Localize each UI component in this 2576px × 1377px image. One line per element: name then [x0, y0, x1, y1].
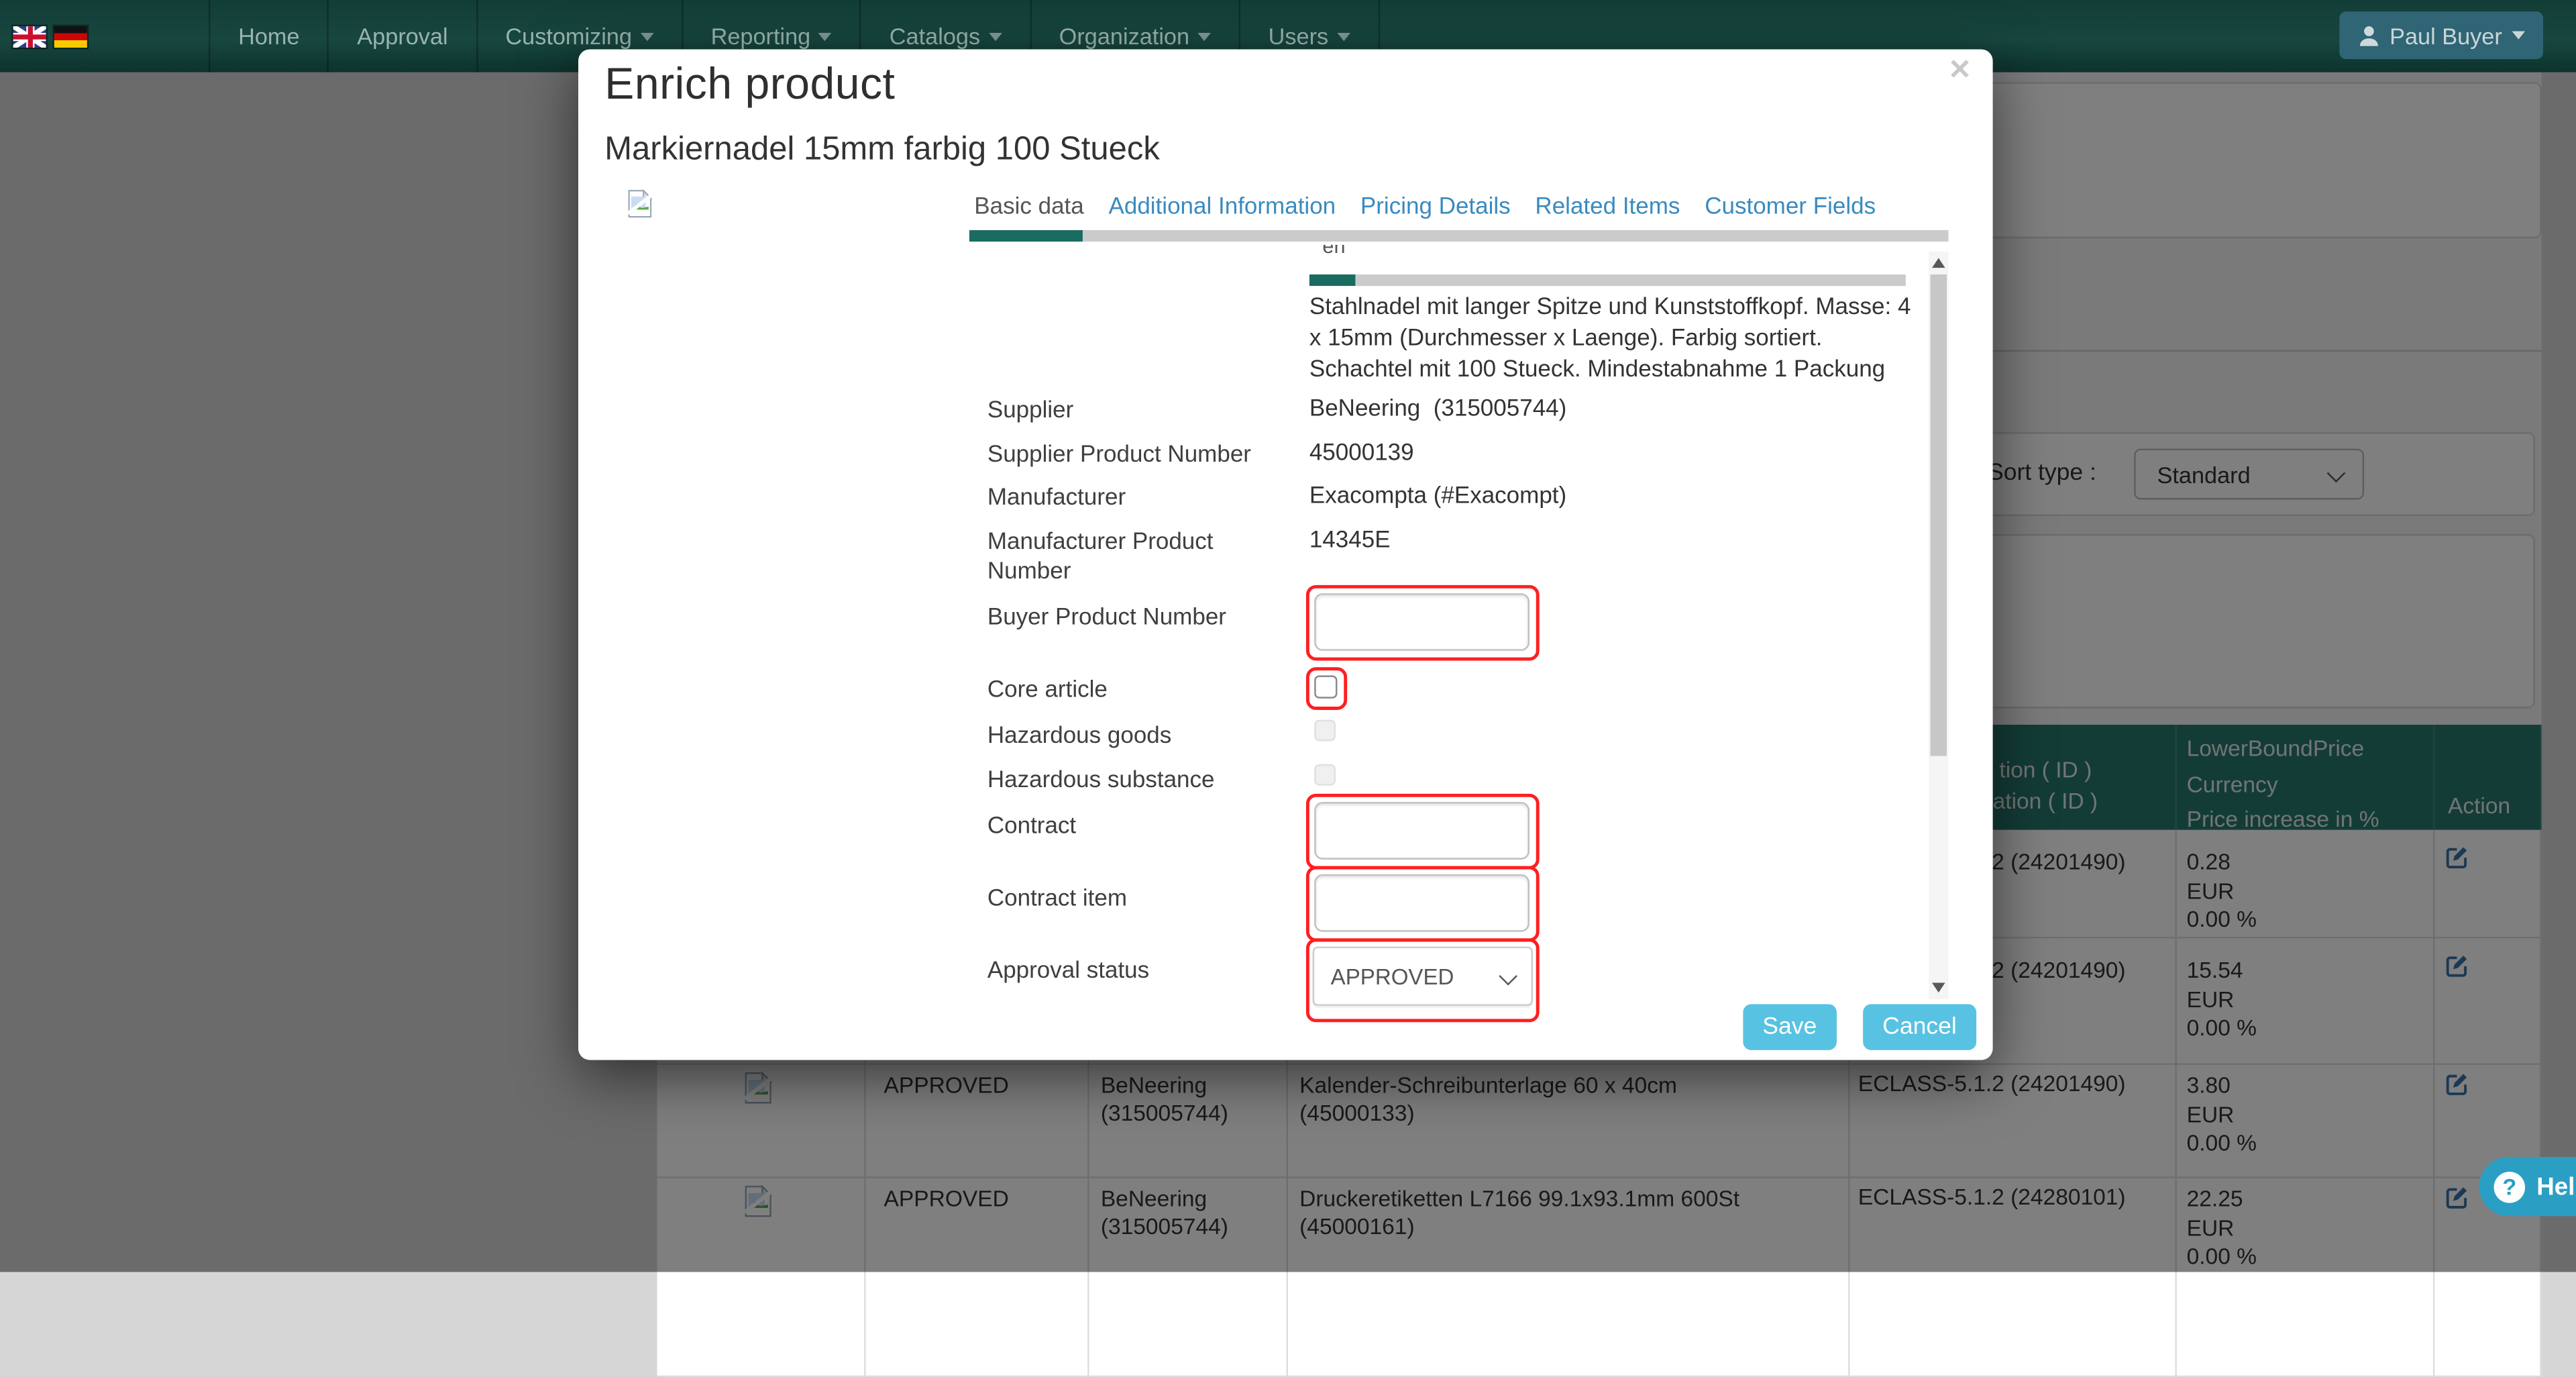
tab-progress-bar [969, 230, 1949, 242]
caret-down-icon [988, 32, 1002, 40]
approval-status-label: Approval status [987, 956, 1296, 986]
modal-tabs: Basic data Additional Information Pricin… [974, 194, 1876, 220]
scroll-up-icon[interactable] [1932, 258, 1945, 268]
help-button[interactable]: Help [2479, 1157, 2576, 1216]
hazardous-goods-label: Hazardous goods [987, 721, 1296, 751]
core-article-checkbox[interactable] [1314, 676, 1337, 699]
hazardous-substance-checkbox [1314, 764, 1336, 786]
manufacturer-value: Exacompta (#Exacompt) [1309, 483, 1566, 509]
tab-basic-data[interactable]: Basic data [974, 194, 1084, 220]
manufacturer-product-number-value: 14345E [1309, 527, 1391, 554]
cancel-button[interactable]: Cancel [1863, 1004, 1976, 1050]
approval-status-select[interactable]: APPROVED [1313, 947, 1533, 1006]
buyer-product-number-label: Buyer Product Number [987, 603, 1296, 633]
core-article-label: Core article [987, 676, 1296, 705]
caret-down-icon [1336, 32, 1350, 40]
app-stage: Sort type : Standard tion ( ID ) ation (… [0, 0, 2576, 1272]
nav-home[interactable]: Home [209, 0, 329, 72]
supplier-label: Supplier [987, 396, 1296, 425]
clipped-language-text: en [1322, 245, 1371, 258]
user-icon [2357, 24, 2379, 47]
caret-down-icon [818, 32, 832, 40]
tab-related-items[interactable]: Related Items [1535, 194, 1680, 220]
caret-down-icon [2512, 32, 2525, 40]
description-progress-bar [1309, 274, 1906, 286]
german-flag-icon[interactable] [54, 26, 87, 47]
modal-title: Enrich product [604, 59, 895, 110]
hazardous-goods-checkbox [1314, 720, 1336, 742]
language-switcher [0, 0, 87, 72]
save-button[interactable]: Save [1743, 1004, 1837, 1050]
user-menu-button[interactable]: Paul Buyer [2339, 11, 2543, 59]
supplier-product-number-label: Supplier Product Number [987, 440, 1296, 470]
manufacturer-product-number-label: Manufacturer Product Number [987, 527, 1296, 586]
buyer-product-number-input[interactable] [1314, 593, 1529, 651]
approval-status-value: APPROVED [1331, 964, 1454, 988]
hazardous-substance-label: Hazardous substance [987, 766, 1296, 795]
scroll-down-icon[interactable] [1932, 982, 1945, 992]
supplier-product-number-value: 45000139 [1309, 440, 1414, 466]
manufacturer-label: Manufacturer [987, 483, 1296, 513]
contract-item-input[interactable] [1314, 874, 1529, 932]
chevron-down-icon [1499, 967, 1517, 986]
broken-image-icon [628, 189, 653, 227]
contract-item-label: Contract item [987, 884, 1296, 914]
contract-input[interactable] [1314, 802, 1529, 860]
tab-customer-fields[interactable]: Customer Fields [1705, 194, 1876, 220]
nav-approval[interactable]: Approval [329, 0, 478, 72]
help-label: Help [2536, 1172, 2576, 1201]
user-name: Paul Buyer [2390, 22, 2502, 48]
question-mark-icon [2494, 1171, 2526, 1203]
product-description: Stahlnadel mit langer Spitze und Kunstst… [1309, 293, 1914, 385]
modal-actions: Save Cancel [1743, 1004, 1976, 1050]
caret-down-icon [1197, 32, 1211, 40]
tab-pricing-details[interactable]: Pricing Details [1360, 194, 1511, 220]
contract-label: Contract [987, 812, 1296, 842]
english-flag-icon[interactable] [13, 26, 46, 47]
supplier-value: BeNeering (315005744) [1309, 396, 1566, 422]
caret-down-icon [640, 32, 653, 40]
tab-additional-information[interactable]: Additional Information [1108, 194, 1336, 220]
close-icon[interactable] [1942, 52, 1978, 89]
enrich-product-modal: Enrich product Markiernadel 15mm farbig … [578, 49, 1993, 1060]
modal-scrollbar[interactable] [1929, 252, 1948, 999]
product-name-subtitle: Markiernadel 15mm farbig 100 Stueck [604, 132, 1160, 169]
scrollbar-thumb[interactable] [1931, 274, 1947, 756]
